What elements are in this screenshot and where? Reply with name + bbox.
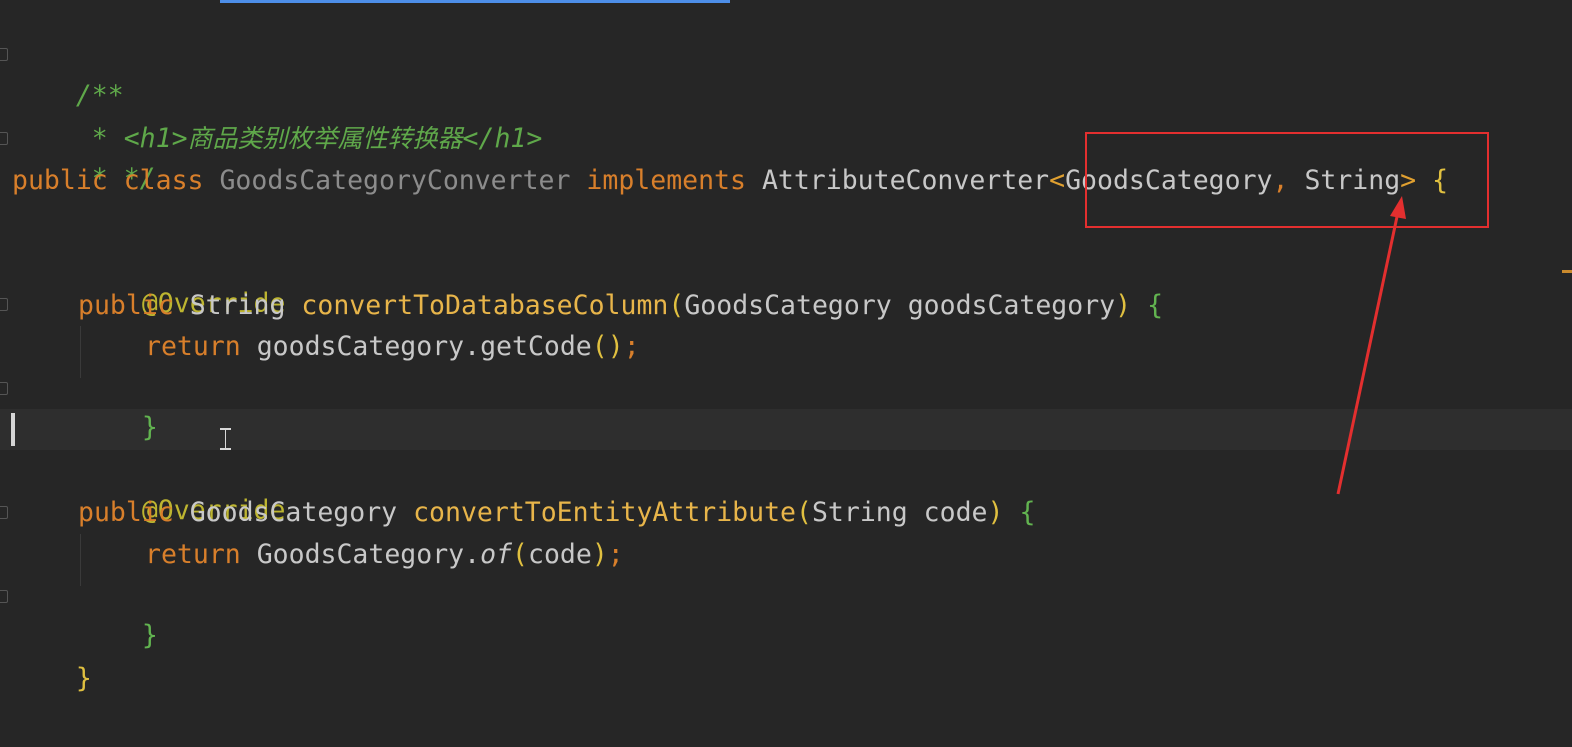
arrow-head <box>1390 196 1406 219</box>
arrow-shaft <box>1336 211 1400 495</box>
red-arrow-annotation <box>1336 196 1406 495</box>
code-editor[interactable]: /** * <h1>商品类别枚举属性转换器</h1> * */ public c… <box>0 0 1572 747</box>
scrollbar-marker[interactable] <box>1562 270 1572 273</box>
